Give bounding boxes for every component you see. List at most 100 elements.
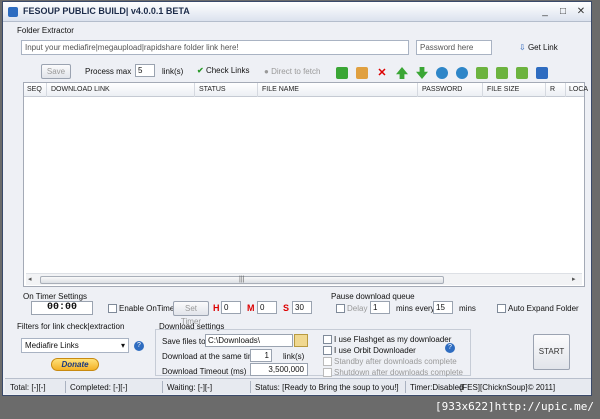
check-links-label: Check Links — [205, 66, 250, 75]
direct-to-fetch-button[interactable]: ● Direct to fetch — [264, 67, 320, 76]
col-seq[interactable]: SEQ — [27, 86, 42, 93]
col-file-name[interactable]: FILE NAME — [262, 86, 299, 93]
scroll-thumb[interactable]: ||| — [40, 276, 444, 284]
col-download-link[interactable]: DOWNLOAD LINK — [51, 86, 110, 93]
process-unit-label: link(s) — [162, 67, 184, 76]
help-icon[interactable] — [496, 67, 508, 79]
every-stepper[interactable]: 15 — [433, 301, 453, 314]
refresh-icon[interactable] — [436, 67, 448, 79]
search-icon[interactable] — [456, 67, 468, 79]
export-icon[interactable] — [476, 67, 488, 79]
status-total: Total: [-][-] — [10, 383, 46, 392]
direct-to-fetch-label: Direct to fetch — [271, 67, 321, 76]
check-icon: ✔ — [197, 66, 204, 75]
link-icon: ⇩ — [519, 43, 526, 52]
shutdown-label: Shutdown after downloads complete — [334, 368, 463, 377]
timer-display: 00:00 — [31, 301, 93, 315]
hour-label: H — [213, 303, 220, 313]
col-file-size[interactable]: FILE SIZE — [487, 86, 519, 93]
table-header: SEQ DOWNLOAD LINK STATUS FILE NAME PASSW… — [24, 83, 588, 97]
delay-checkbox[interactable] — [336, 304, 345, 313]
info-icon[interactable] — [536, 67, 548, 79]
orbit-checkbox[interactable] — [323, 346, 332, 355]
start-button[interactable]: START — [533, 334, 570, 370]
status-message: Status: [Ready to Bring the soup to you!… — [255, 383, 399, 392]
donate-button[interactable]: Donate — [51, 358, 99, 371]
horizontal-scrollbar[interactable]: ◂ ||| ▸ — [26, 273, 582, 285]
check-links-button[interactable]: ✔ Check Links — [197, 66, 250, 75]
mins-label: mins — [459, 304, 476, 313]
copy-icon[interactable] — [356, 67, 368, 79]
footer-strip: [933x622]http://upic.me/ — [0, 397, 600, 419]
auto-expand-checkbox[interactable] — [497, 304, 506, 313]
folder-extractor-label: Folder Extractor — [17, 26, 74, 35]
scroll-left-icon[interactable]: ◂ — [28, 275, 32, 283]
get-link-label: Get Link — [527, 43, 558, 52]
process-max-label: Process max — [85, 67, 132, 76]
save-path-input[interactable]: C:\Downloads\ — [205, 334, 293, 347]
globe-icon: ● — [264, 67, 269, 76]
process-max-stepper[interactable]: 5 — [135, 64, 155, 77]
second-label: S — [283, 303, 290, 313]
status-bar: Total: [-][-] Completed: [-][-] Waiting:… — [5, 378, 591, 394]
close-button[interactable]: ✕ — [574, 6, 588, 18]
chevron-down-icon: ▾ — [120, 341, 125, 350]
delay-stepper[interactable]: 1 — [370, 301, 390, 314]
password-input[interactable]: Password here — [416, 40, 492, 55]
minute-label: M — [247, 303, 255, 313]
delay-label: Delay — [347, 304, 368, 313]
minute-stepper[interactable]: 0 — [257, 301, 277, 314]
title-bar: FESOUP PUBLIC BUILD| v4.0.0.1 BETA _ □ ✕ — [3, 2, 591, 22]
col-r[interactable]: R — [550, 86, 555, 93]
maximize-button[interactable]: □ — [556, 6, 570, 18]
same-time-unit-label: link(s) — [283, 352, 305, 361]
delete-icon[interactable]: ✕ — [376, 67, 388, 79]
flashget-checkbox[interactable] — [323, 335, 332, 344]
status-credit: [FES][ChicknSoup]© 2011] — [460, 383, 556, 392]
filter-selected-label: Mediafire Links — [25, 341, 79, 350]
col-status[interactable]: STATUS — [199, 86, 226, 93]
filter-help-icon[interactable]: ? — [134, 341, 144, 351]
shutdown-checkbox[interactable] — [323, 368, 332, 377]
save-to-label: Save files to — [162, 337, 206, 346]
set-timer-button[interactable]: Set Timer — [173, 301, 209, 326]
col-location[interactable]: LOCA — [569, 86, 588, 93]
filters-section-label: Filters for link check|extraction — [17, 322, 125, 331]
get-link-button[interactable]: ⇩ Get Link — [519, 43, 558, 52]
browse-folder-icon[interactable] — [294, 334, 308, 347]
standby-label: Standby after downloads complete — [334, 357, 457, 366]
app-window: FESOUP PUBLIC BUILD| v4.0.0.1 BETA _ □ ✕… — [2, 1, 592, 396]
arrow-down-icon[interactable] — [416, 67, 428, 79]
scroll-right-icon[interactable]: ▸ — [572, 275, 576, 283]
download-table: SEQ DOWNLOAD LINK STATUS FILE NAME PASSW… — [23, 82, 588, 287]
flashget-label: I use Flashget as my downloader — [334, 335, 452, 344]
filter-select[interactable]: Mediafire Links ▾ — [21, 338, 129, 353]
mins-every-label: mins every — [396, 304, 435, 313]
settings-icon[interactable] — [516, 67, 528, 79]
timeout-input[interactable]: 3,500,000 — [250, 363, 308, 376]
timeout-label: Download Timeout (ms) — [162, 367, 247, 376]
folder-link-input[interactable]: Input your mediafire|megaupload|rapidsha… — [21, 40, 409, 55]
status-completed: Completed: [-][-] — [70, 383, 128, 392]
status-timer: Timer:Disabled — [410, 383, 464, 392]
col-password[interactable]: PASSWORD — [422, 86, 462, 93]
standby-checkbox[interactable] — [323, 357, 332, 366]
scroll-grip: ||| — [239, 276, 245, 283]
enable-ontimer-label: Enable OnTimer — [119, 304, 177, 313]
minimize-button[interactable]: _ — [538, 6, 552, 18]
arrow-up-icon[interactable] — [396, 67, 408, 79]
auto-expand-label: Auto Expand Folder — [508, 304, 579, 313]
enable-ontimer-checkbox[interactable] — [108, 304, 117, 313]
download-help-icon[interactable]: ? — [445, 343, 455, 353]
orbit-label: I use Orbit Downloader — [334, 346, 416, 355]
status-waiting: Waiting: [-][-] — [167, 383, 213, 392]
same-time-stepper[interactable]: 1 — [250, 349, 272, 362]
app-icon — [8, 7, 18, 17]
window-title: FESOUP PUBLIC BUILD| v4.0.0.1 BETA — [23, 6, 190, 16]
watermark: [933x622]http://upic.me/ — [435, 400, 594, 413]
hour-stepper[interactable]: 0 — [221, 301, 241, 314]
save-button[interactable]: Save — [41, 64, 71, 79]
pause-section-label: Pause download queue — [331, 292, 415, 301]
plus-icon[interactable] — [336, 67, 348, 79]
second-stepper[interactable]: 30 — [292, 301, 312, 314]
